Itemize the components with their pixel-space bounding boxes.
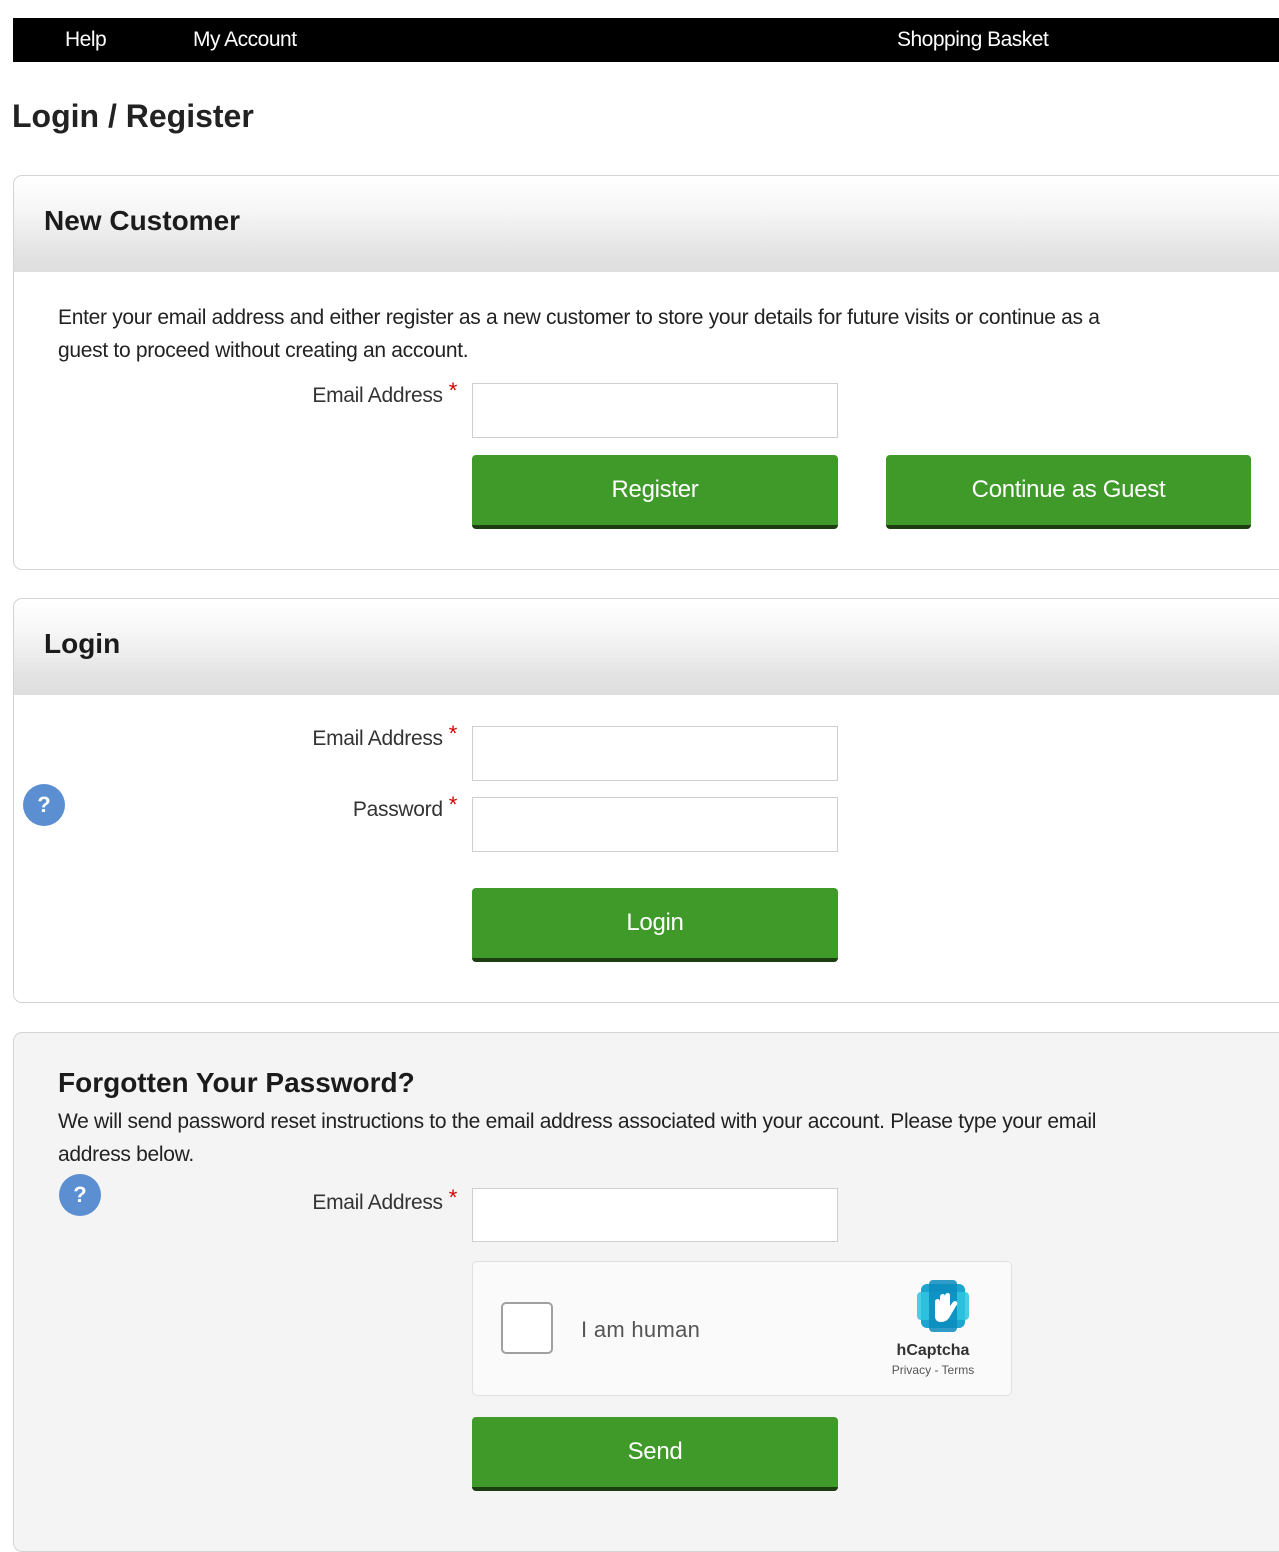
hcaptcha-logo-icon (917, 1280, 969, 1332)
nav-shopping-basket-link[interactable]: Shopping Basket (897, 28, 1049, 52)
login-title: Login (44, 628, 121, 659)
login-email-input[interactable] (472, 726, 838, 781)
login-password-label: Password * (352, 792, 457, 822)
login-panel: Login Email Address * ? Password * Login (13, 598, 1279, 1003)
required-asterisk: * (448, 721, 458, 746)
forgot-email-label-text: Email Address (312, 1191, 443, 1214)
send-button[interactable]: Send (472, 1417, 838, 1491)
new-customer-email-label-text: Email Address (312, 384, 443, 407)
help-question-icon[interactable]: ? (23, 784, 65, 826)
new-customer-intro-line2: guest to proceed without creating an acc… (58, 339, 469, 362)
nav-my-account-link[interactable]: My Account (193, 28, 297, 52)
login-email-label: Email Address * (312, 721, 457, 751)
forgot-password-intro: We will send password reset instructions… (58, 1105, 1096, 1171)
required-asterisk: * (448, 792, 458, 817)
nav-help-link[interactable]: Help (65, 28, 107, 52)
new-customer-intro: Enter your email address and either regi… (58, 301, 1100, 367)
login-header: Login (14, 599, 1279, 695)
forgot-password-panel: Forgotten Your Password? We will send pa… (13, 1032, 1279, 1552)
forgot-password-title: Forgotten Your Password? (58, 1067, 415, 1098)
login-email-label-text: Email Address (312, 727, 443, 750)
captcha-checkbox[interactable] (501, 1302, 553, 1354)
hcaptcha-widget: I am human hCaptcha Privacy - Terms (472, 1261, 1012, 1396)
new-customer-intro-line1: Enter your email address and either regi… (58, 306, 1100, 329)
continue-as-guest-button[interactable]: Continue as Guest (886, 455, 1251, 529)
new-customer-email-input[interactable] (472, 383, 838, 438)
page-title: Login / Register (12, 98, 254, 134)
new-customer-header: New Customer (14, 176, 1279, 272)
login-button[interactable]: Login (472, 888, 838, 962)
forgot-password-intro-line1: We will send password reset instructions… (58, 1110, 1097, 1133)
new-customer-title: New Customer (44, 205, 241, 236)
forgot-email-label: Email Address * (312, 1185, 457, 1215)
captcha-label: I am human (581, 1317, 701, 1342)
login-password-input[interactable] (472, 797, 838, 852)
forgot-email-input[interactable] (472, 1188, 838, 1242)
forgot-password-intro-line2: address below. (58, 1143, 194, 1166)
top-nav-bar: Help My Account Shopping Basket (13, 18, 1279, 62)
required-asterisk: * (448, 378, 458, 403)
captcha-brand: hCaptcha (896, 1342, 970, 1359)
login-password-label-text: Password (352, 798, 443, 821)
captcha-privacy-terms-link[interactable]: Privacy - Terms (878, 1363, 988, 1377)
new-customer-panel: New Customer Enter your email address an… (13, 175, 1279, 570)
register-button[interactable]: Register (472, 455, 838, 529)
new-customer-email-label: Email Address * (312, 378, 457, 408)
help-question-icon[interactable]: ? (59, 1174, 101, 1216)
required-asterisk: * (448, 1185, 458, 1210)
